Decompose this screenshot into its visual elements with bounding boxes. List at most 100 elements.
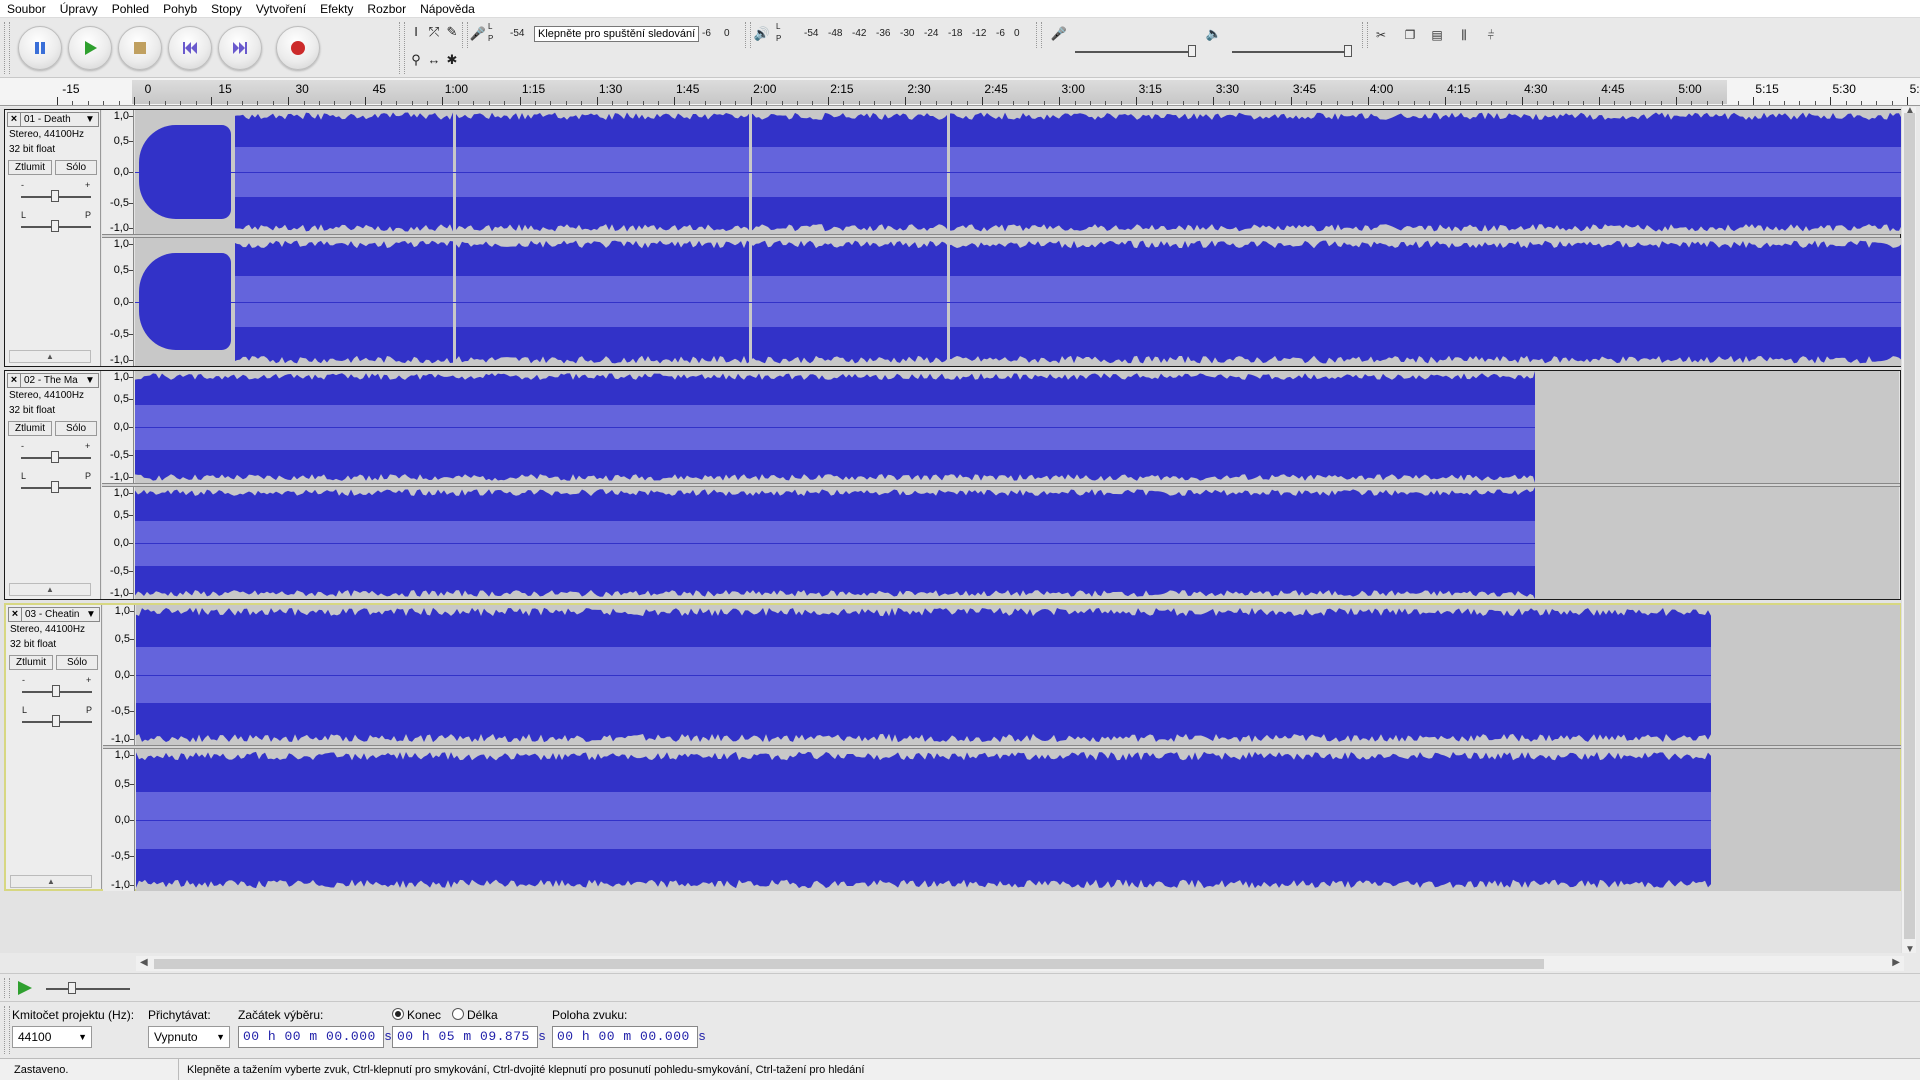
menu-file[interactable]: Soubor [0,0,53,18]
menu-generate[interactable]: Vytvoření [249,0,313,18]
microphone-icon[interactable]: 🎤 [468,24,488,44]
pan-slider[interactable] [52,715,60,727]
timeline-ruler[interactable]: -15 0 15 30 45 1:00 1:15 1:30 1:45 2:00 2:15 2:30 2:… [0,78,1920,106]
scroll-down-icon[interactable]: ▼ [1905,944,1915,955]
envelope-tool-icon[interactable]: ⤱ [424,22,444,42]
audio-track[interactable]: × 03 - Cheatin ▼ Stereo, 44100Hz 32 bit … [4,603,1901,891]
vertical-scroll-thumb[interactable] [1904,113,1915,939]
audio-clip-waveform[interactable] [136,749,1711,891]
toolbar-grip[interactable] [4,22,10,74]
mute-button[interactable]: Ztlumit [8,160,52,175]
left-channel[interactable]: 1,0 0,5 0,0 -0,5 -1,0 [102,371,1900,483]
menu-analyze[interactable]: Rozbor [360,0,413,18]
audio-clip-waveform[interactable] [135,238,1905,366]
play-meter-scale[interactable]: -54 -48 -42 -36 -30 -24 -18 -12 -6 0 [798,28,1028,42]
menu-view[interactable]: Pohled [105,0,156,18]
speed-slider[interactable] [68,982,76,994]
tools-grip[interactable] [399,22,405,74]
project-rate-select[interactable]: 44100 ▼ [12,1026,92,1048]
audio-clip-waveform[interactable] [135,371,1535,483]
collapse-track-button[interactable]: ▲ [9,583,91,596]
track-name[interactable]: 01 - Death [24,113,84,126]
menu-transport[interactable]: Pohyb [156,0,204,18]
track-name[interactable]: 03 - Cheatin [25,608,85,621]
silence-icon[interactable]: ⫩ [1480,24,1502,46]
track-menu-icon[interactable]: ▼ [84,114,96,125]
horizontal-scrollbar[interactable]: ◀ ▶ [136,956,1904,971]
play-at-speed-icon[interactable] [14,979,34,997]
horizontal-scroll-thumb[interactable] [154,959,1544,969]
record-button[interactable] [276,26,320,70]
audio-clip-waveform[interactable] [136,605,1711,745]
right-channel[interactable]: 1,0 0,5 0,0 -0,5 -1,0 [102,238,1905,366]
amplitude-ruler[interactable]: 1,0 0,5 0,0 -0,5 -1,0 [103,749,135,891]
solo-button[interactable]: Sólo [55,160,97,175]
amplitude-ruler[interactable]: 1,0 0,5 0,0 -0,5 -1,0 [102,487,134,599]
scroll-left-icon[interactable]: ◀ [140,957,148,968]
play-meter-grip[interactable] [745,22,751,48]
speed-grip[interactable] [4,978,10,998]
speaker-icon[interactable]: 🔊 [752,24,772,44]
record-meter-monitor-tip[interactable]: Klepněte pro spuštění sledování [534,26,700,42]
right-channel[interactable]: 1,0 0,5 0,0 -0,5 -1,0 [102,487,1900,599]
amplitude-ruler[interactable]: 1,0 0,5 0,0 -0,5 -1,0 [102,238,134,366]
stop-button[interactable] [118,26,162,70]
menu-edit[interactable]: Úpravy [53,0,105,18]
audio-track[interactable]: × 02 - The Ma ▼ Stereo, 44100Hz 32 bit f… [4,370,1901,600]
end-radio[interactable] [392,1008,404,1020]
paste-icon[interactable]: ▤ [1426,24,1448,46]
skip-to-start-button[interactable] [168,26,212,70]
track-name-header[interactable]: × 02 - The Ma ▼ [7,373,99,388]
audio-track[interactable]: × 01 - Death ▼ Stereo, 44100Hz 32 bit fl… [4,109,1905,367]
menu-tracks[interactable]: Stopy [204,0,249,18]
menu-help[interactable]: Nápověda [413,0,482,18]
play-button[interactable] [68,26,112,70]
collapse-track-button[interactable]: ▲ [9,350,91,363]
timeshift-tool-icon[interactable]: ↔ [424,50,444,70]
mute-button[interactable]: Ztlumit [9,655,53,670]
gain-slider[interactable] [52,685,60,697]
track-control-panel[interactable]: × 01 - Death ▼ Stereo, 44100Hz 32 bit fl… [5,110,101,366]
vertical-scrollbar[interactable]: ▲ ▼ [1901,105,1916,955]
snap-select[interactable]: Vypnuto ▼ [148,1026,230,1048]
pan-slider[interactable] [51,481,59,493]
multi-tool-icon[interactable]: ✱ [442,50,462,70]
amplitude-ruler[interactable]: 1,0 0,5 0,0 -0,5 -1,0 [103,605,135,745]
mute-button[interactable]: Ztlumit [8,421,52,436]
audio-clip-waveform[interactable] [135,487,1535,599]
draw-tool-icon[interactable]: ✎ [442,22,462,42]
track-menu-icon[interactable]: ▼ [84,375,96,386]
solo-button[interactable]: Sólo [56,655,98,670]
record-volume-slider[interactable] [1188,45,1196,57]
scroll-right-icon[interactable]: ▶ [1892,957,1900,968]
left-channel[interactable]: 1,0 0,5 0,0 -0,5 -1,0 [102,110,1905,234]
zoom-tool-icon[interactable]: ⚲ [406,50,426,70]
length-radio[interactable] [452,1008,464,1020]
trim-icon[interactable]: ⫼ [1453,24,1475,46]
edit-grip[interactable] [1362,22,1368,48]
track-name-header[interactable]: × 01 - Death ▼ [7,112,99,127]
pan-slider[interactable] [51,220,59,232]
close-track-icon[interactable]: × [8,374,21,387]
audio-position-field[interactable]: 00 h 00 m 00.000 s [552,1026,706,1048]
skip-to-end-button[interactable] [218,26,262,70]
solo-button[interactable]: Sólo [55,421,97,436]
copy-icon[interactable]: ❐ [1399,24,1421,46]
close-track-icon[interactable]: × [9,608,22,621]
amplitude-ruler[interactable]: 1,0 0,5 0,0 -0,5 -1,0 [102,371,134,483]
selection-end-field[interactable]: 00 h 05 m 09.875 s [392,1026,546,1048]
track-control-panel[interactable]: × 03 - Cheatin ▼ Stereo, 44100Hz 32 bit … [6,605,102,889]
collapse-track-button[interactable]: ▲ [10,875,92,888]
gain-slider[interactable] [51,451,59,463]
playback-volume-slider[interactable] [1344,45,1352,57]
close-track-icon[interactable]: × [8,113,21,126]
cut-icon[interactable]: ✂ [1370,24,1392,46]
gain-slider[interactable] [51,190,59,202]
left-channel[interactable]: 1,0 0,5 0,0 -0,5 -1,0 [103,605,1901,745]
mixer-grip[interactable] [1036,22,1042,48]
selection-tool-icon[interactable]: I [406,22,426,42]
track-name-header[interactable]: × 03 - Cheatin ▼ [8,607,100,622]
right-channel[interactable]: 1,0 0,5 0,0 -0,5 -1,0 [103,749,1901,891]
track-menu-icon[interactable]: ▼ [85,609,97,620]
track-name[interactable]: 02 - The Ma [24,374,84,387]
